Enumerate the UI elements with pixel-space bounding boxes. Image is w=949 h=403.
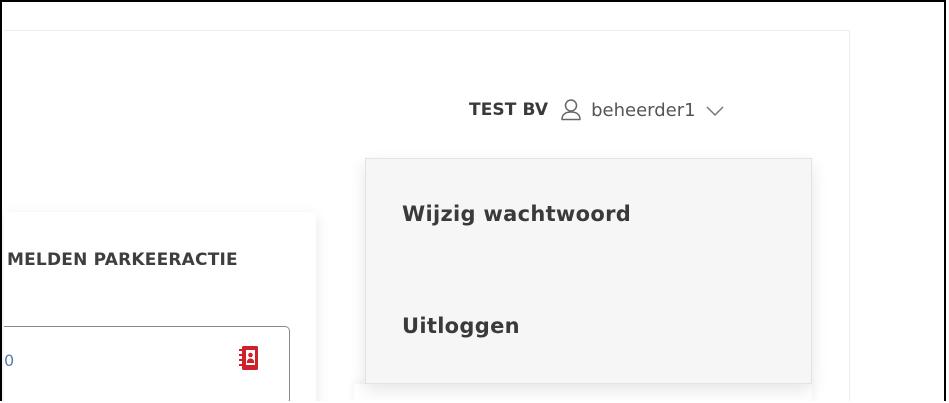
parking-report-card: MELDEN PARKEERACTIE 0 (4, 212, 316, 401)
content-panel (354, 384, 812, 401)
user-dropdown-menu: Wijzig wachtwoord Uitloggen (365, 158, 812, 384)
menu-item-logout[interactable]: Uitloggen (402, 314, 520, 338)
user-icon (560, 98, 582, 122)
menu-item-change-password[interactable]: Wijzig wachtwoord (402, 202, 631, 226)
user-account-menu-toggle[interactable]: TEST BV beheerder1 (469, 95, 725, 125)
field-value: 0 (4, 351, 15, 370)
card-title: MELDEN PARKEERACTIE (7, 250, 238, 270)
address-book-icon[interactable] (237, 345, 259, 371)
company-name: TEST BV (469, 100, 549, 120)
username: beheerder1 (591, 99, 696, 121)
chevron-down-icon[interactable] (705, 103, 725, 117)
report-input-field[interactable]: 0 (4, 326, 290, 401)
screenshot-frame: TEST BV beheerder1 MELDEN PARKEERACTIE 0 (0, 0, 946, 401)
